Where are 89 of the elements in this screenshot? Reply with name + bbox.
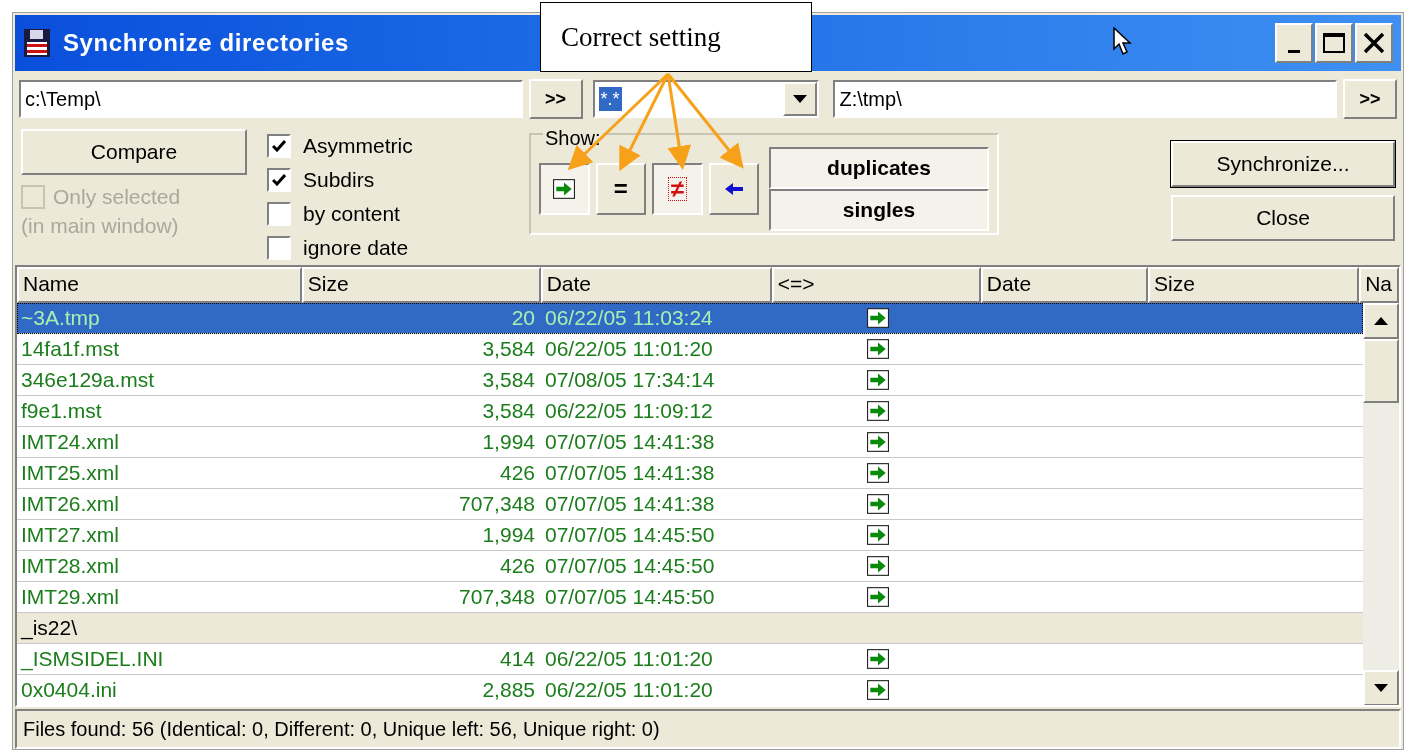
close-button[interactable] <box>1355 23 1393 63</box>
table-cell-text: _ISMSIDEL.INI <box>19 646 165 673</box>
table-cell: 1,994 <box>482 430 535 453</box>
table-cell: 06/22/05 11:01:20 <box>545 647 713 670</box>
close-button[interactable]: Close <box>1171 195 1395 241</box>
show-toggle[interactable] <box>539 163 590 215</box>
maximize-icon <box>1322 31 1346 55</box>
table-cell: 707,348 <box>459 585 535 608</box>
table-cell: 07/07/05 14:41:38 <box>545 430 715 453</box>
scroll-up-button[interactable] <box>1363 303 1399 339</box>
table-cell: 3,584 <box>482 368 535 391</box>
minimize-icon <box>1288 49 1300 53</box>
table-cell-text: f9e1.mst <box>20 398 103 424</box>
checkbox[interactable] <box>267 134 291 158</box>
filter-value: *.* <box>598 87 622 111</box>
left-arrow-icon <box>723 182 744 196</box>
show-toggle[interactable]: singles <box>769 189 989 231</box>
table-cell: 426 <box>499 461 535 484</box>
checkbox-note: (in main window) <box>21 212 180 239</box>
status-text: Files found: 56 (Identical: 0, Different: 0, Unique left: 56, Unique right: 0) <box>23 717 660 742</box>
selected-row[interactable]: ~3A.tmp 20 06/22/05 11:03:24 <box>17 303 1364 334</box>
minimize-button[interactable] <box>1275 23 1313 63</box>
table-cell-text: ~3A.tmp <box>20 305 101 331</box>
folder-cell-text: _is22\ <box>19 615 79 642</box>
column-header[interactable]: Size <box>1148 267 1360 303</box>
checkbox-label: ignore date <box>303 235 409 262</box>
table-cell-text: IMT27.xml <box>20 522 120 548</box>
table-cell: 414 <box>499 647 535 670</box>
checkmark-icon <box>272 174 286 186</box>
checkbox-label: by content <box>303 201 400 228</box>
show-toggle[interactable]: ≠ <box>652 163 703 215</box>
compare-button[interactable]: Compare <box>21 129 247 175</box>
table-cell: 06/22/05 11:01:20 <box>545 678 713 701</box>
filter-dropdown[interactable]: *.* <box>592 80 820 118</box>
table-cell: 426 <box>499 554 535 577</box>
checkbox[interactable] <box>267 202 291 226</box>
column-header[interactable]: Date <box>540 267 772 303</box>
table-cell-text: 0x0404.ini <box>20 677 118 703</box>
table-cell: 07/07/05 14:45:50 <box>545 523 715 546</box>
table-cell: 07/07/05 14:45:50 <box>545 554 715 577</box>
show-toggle[interactable]: = <box>595 163 646 215</box>
path-field[interactable]: Z:\tmp\ <box>833 80 1338 118</box>
table-cell: 07/07/05 14:45:50 <box>545 585 715 608</box>
close-icon <box>1362 31 1386 55</box>
checkbox-label: Asymmetric <box>303 133 413 160</box>
column-header[interactable]: Name <box>17 267 302 303</box>
table-cell: 1,994 <box>482 523 535 546</box>
column-header[interactable]: Size <box>301 267 541 303</box>
table-cell: 3,584 <box>482 399 535 422</box>
table-cell: 07/08/05 17:34:14 <box>545 368 715 391</box>
column-header[interactable]: Na <box>1359 267 1399 303</box>
table-cell: 07/07/05 14:41:38 <box>545 461 715 484</box>
table-cell-text: IMT25.xml <box>20 460 120 486</box>
window-title: Synchronize directories <box>63 28 349 58</box>
table-cell: 07/07/05 14:41:38 <box>545 492 715 515</box>
scrollbar[interactable] <box>1363 303 1399 705</box>
checkbox[interactable] <box>267 168 291 192</box>
table-cell: 2,885 <box>482 678 535 701</box>
table-cell-text: IMT28.xml <box>20 553 120 579</box>
callout-box: Correct setting <box>540 2 812 72</box>
maximize-button[interactable] <box>1315 23 1353 63</box>
dropdown-arrow-icon <box>793 95 808 103</box>
table-cell-text: 14fa1f.mst <box>20 336 121 362</box>
table-cell: 06/22/05 11:01:20 <box>545 337 713 360</box>
table-cell: 20 <box>511 306 535 329</box>
synchronize-button[interactable]: Synchronize... <box>1171 141 1395 187</box>
checkbox[interactable] <box>267 236 291 260</box>
table-cell: 06/22/05 11:09:12 <box>545 399 713 422</box>
table-cell-text: IMT24.xml <box>20 429 120 455</box>
table-cell-text: 346e129a.mst <box>20 367 156 393</box>
browse-button[interactable]: >> <box>1343 79 1397 119</box>
table-cell: 3,584 <box>482 337 535 360</box>
table-cell-text: IMT26.xml <box>20 491 120 517</box>
column-header[interactable]: <=> <box>771 267 981 303</box>
mouse-pointer-icon <box>1113 27 1133 57</box>
up-arrow-icon <box>1374 317 1388 325</box>
scroll-thumb[interactable] <box>1363 339 1399 403</box>
table-cell: 06/22/05 11:03:24 <box>545 306 713 329</box>
table-cell-text: IMT29.xml <box>20 584 120 610</box>
checkbox-label: Subdirs <box>303 167 375 194</box>
column-header[interactable]: Date <box>980 267 1149 303</box>
path-field[interactable]: c:\Temp\ <box>19 80 523 118</box>
show-toggle[interactable]: duplicates <box>769 147 989 189</box>
checkmark-icon <box>272 140 286 152</box>
table-cell: 707,348 <box>459 492 535 515</box>
down-arrow-icon <box>1374 684 1388 692</box>
checkbox-label: Only selected <box>53 184 181 210</box>
browse-button[interactable]: >> <box>528 79 583 119</box>
scroll-down-button[interactable] <box>1363 670 1399 705</box>
